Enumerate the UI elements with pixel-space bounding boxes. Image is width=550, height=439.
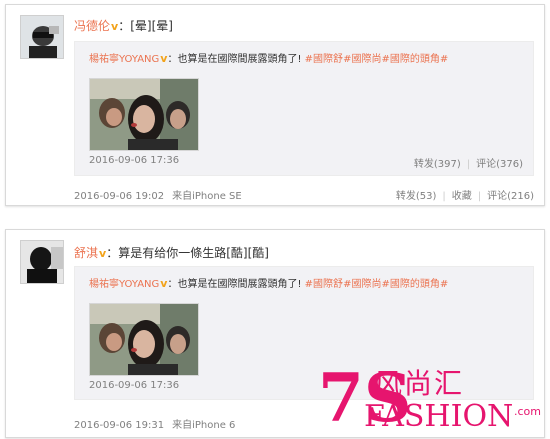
original-post-stats: 转发(397) | 评论(376) bbox=[414, 155, 523, 170]
favorite-button[interactable]: 收藏 bbox=[452, 191, 472, 202]
post-meta: 2016-09-06 19:31 来自iPhone 6 bbox=[74, 416, 235, 431]
weibo-post-card: 冯德伦v：[晕][晕] 楊祐寧YOYANGv：也算是在國際間展露頭角了! #國際… bbox=[5, 4, 545, 206]
post-photo-thumbnail[interactable] bbox=[89, 78, 199, 151]
post-content: 算是有给你一條生路[酷][酷] bbox=[118, 246, 269, 260]
colon-separator: ： bbox=[106, 246, 119, 260]
divider: | bbox=[442, 191, 446, 202]
post-source: 来自iPhone SE bbox=[172, 191, 242, 202]
comment-button[interactable]: 评论(216) bbox=[487, 191, 534, 202]
post-photo-thumbnail[interactable] bbox=[89, 303, 199, 376]
photo-image bbox=[90, 79, 198, 150]
hashtag-link[interactable]: #國際的頭角# bbox=[381, 54, 448, 65]
post-meta: 2016-09-06 19:02 来自iPhone SE bbox=[74, 187, 242, 202]
original-post-time[interactable]: 2016-09-06 17:36 bbox=[89, 155, 179, 166]
repost-box: 楊祐寧YOYANGv：也算是在國際間展露頭角了! #國際舒#國際尚#國際的頭角#… bbox=[74, 41, 534, 176]
repost-button[interactable]: 转发(53) bbox=[396, 191, 437, 202]
colon-separator: ： bbox=[167, 279, 178, 290]
post-header: 舒淇v：算是有给你一條生路[酷][酷] bbox=[74, 244, 269, 261]
original-post-line: 楊祐寧YOYANGv：也算是在國際間展露頭角了! #國際舒#國際尚#國際的頭角# bbox=[89, 275, 448, 290]
original-post-text: 也算是在國際間展露頭角了! bbox=[177, 279, 302, 290]
post-source: 来自iPhone 6 bbox=[172, 420, 236, 431]
hashtag-link[interactable]: #國際尚 bbox=[343, 54, 381, 65]
hashtag-link[interactable]: #國際舒 bbox=[305, 54, 343, 65]
post-time-link[interactable]: 2016-09-06 19:31 bbox=[74, 420, 164, 431]
post-time-link[interactable]: 2016-09-06 19:02 bbox=[74, 191, 164, 202]
post-header: 冯德伦v：[晕][晕] bbox=[74, 17, 173, 34]
avatar-image bbox=[21, 241, 63, 283]
avatar[interactable] bbox=[20, 15, 64, 59]
colon-separator: ： bbox=[118, 19, 131, 33]
hashtag-link[interactable]: #國際尚 bbox=[343, 279, 381, 290]
avatar-image bbox=[21, 16, 63, 58]
original-username-link[interactable]: 楊祐寧YOYANG bbox=[89, 54, 159, 65]
photo-image bbox=[90, 304, 198, 375]
original-repost-link[interactable]: 转发(397) bbox=[414, 159, 461, 170]
username-link[interactable]: 冯德伦 bbox=[74, 19, 110, 33]
post-content: [晕][晕] bbox=[130, 19, 173, 33]
colon-separator: ： bbox=[167, 54, 178, 65]
divider: | bbox=[466, 159, 471, 170]
post-actions: 转发(53) | 收藏 | 评论(216) bbox=[396, 187, 534, 202]
original-comment-link[interactable]: 评论(376) bbox=[476, 159, 523, 170]
avatar[interactable] bbox=[20, 240, 64, 284]
repost-box: 楊祐寧YOYANGv：也算是在國際間展露頭角了! #國際舒#國際尚#國際的頭角#… bbox=[74, 266, 534, 400]
original-post-line: 楊祐寧YOYANGv：也算是在國際間展露頭角了! #國際舒#國際尚#國際的頭角# bbox=[89, 50, 448, 65]
username-link[interactable]: 舒淇 bbox=[74, 246, 98, 260]
hashtag-link[interactable]: #國際舒 bbox=[305, 279, 343, 290]
divider: | bbox=[477, 191, 482, 202]
weibo-post-card: 舒淇v：算是有给你一條生路[酷][酷] 楊祐寧YOYANGv：也算是在國際間展露… bbox=[5, 229, 545, 438]
original-post-text: 也算是在國際間展露頭角了! bbox=[177, 54, 302, 65]
hashtag-link[interactable]: #國際的頭角# bbox=[381, 279, 448, 290]
original-post-time[interactable]: 2016-09-06 17:36 bbox=[89, 380, 179, 391]
original-username-link[interactable]: 楊祐寧YOYANG bbox=[89, 279, 159, 290]
